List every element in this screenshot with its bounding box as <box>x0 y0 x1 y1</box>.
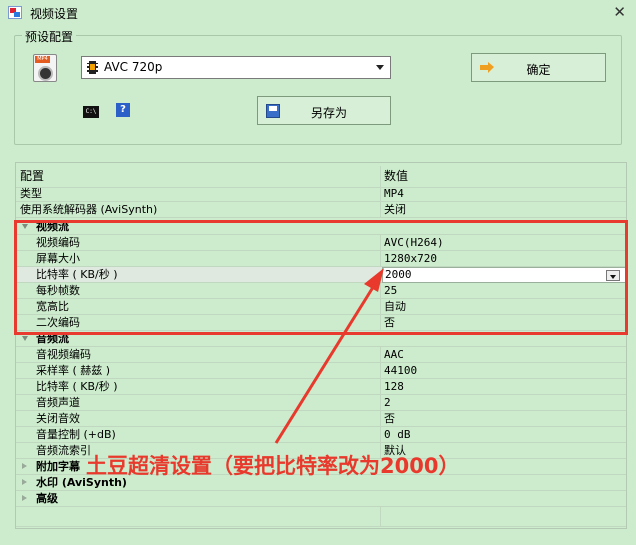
annotation-text: 土豆超清设置（要把比特率改为2000） <box>86 454 460 478</box>
grid-row[interactable]: 采样率 ( 赫兹 ) 44100 <box>16 363 626 379</box>
row-value: 0 dB <box>384 428 411 441</box>
row-name: 音频声道 <box>36 396 80 409</box>
preset-selected-value: AVC 720p <box>104 60 163 74</box>
film-icon <box>87 61 98 74</box>
expand-arrow-icon[interactable] <box>22 479 27 485</box>
ok-button[interactable]: 确定 <box>471 53 606 82</box>
row-value: 44100 <box>384 364 418 377</box>
highlight-box <box>14 220 628 335</box>
grid-row[interactable]: 音量控制 (+dB) 0 dB <box>16 427 626 443</box>
mp4-tag: MP4 <box>35 56 50 63</box>
row-name: 音视频编码 <box>36 348 91 361</box>
window-title: 视频设置 <box>30 7 79 21</box>
category-label: 高级 <box>36 492 58 505</box>
header-value: 数值 <box>384 169 409 183</box>
title-bar: 视频设置 ✕ <box>0 0 636 26</box>
preset-dropdown[interactable]: AVC 720p <box>81 56 391 79</box>
expand-arrow-icon[interactable] <box>22 336 28 341</box>
row-name: 音量控制 (+dB) <box>36 428 116 441</box>
film-reel-icon <box>38 66 53 81</box>
header-name: 配置 <box>20 169 45 183</box>
row-value: 关闭 <box>384 203 406 216</box>
help-icon[interactable]: ? <box>116 103 130 117</box>
grid-row[interactable]: 使用系统解码器 (AviSynth) 关闭 <box>16 202 626 218</box>
save-as-button-label: 另存为 <box>310 106 347 120</box>
row-value: 否 <box>384 412 395 425</box>
ok-button-label: 确定 <box>526 63 551 77</box>
row-value: 2 <box>384 396 391 409</box>
grid-row[interactable]: 类型 MP4 <box>16 186 626 202</box>
row-name: 关闭音效 <box>36 412 80 425</box>
expand-arrow-icon[interactable] <box>22 463 27 469</box>
close-icon[interactable]: ✕ <box>613 3 626 21</box>
chevron-down-icon <box>376 65 384 70</box>
row-value: AAC <box>384 348 404 361</box>
mp4-file-icon: MP4 <box>33 54 57 82</box>
row-name: 使用系统解码器 (AviSynth) <box>20 203 158 216</box>
save-as-button[interactable]: 另存为 <box>257 96 391 125</box>
row-value: 128 <box>384 380 404 393</box>
preset-group-label: 预设配置 <box>22 28 77 45</box>
grid-row[interactable]: 比特率 ( KB/秒 ) 128 <box>16 379 626 395</box>
category-label: 附加字幕 <box>36 460 80 473</box>
grid-row[interactable]: 音视频编码 AAC <box>16 347 626 363</box>
row-name: 音频流索引 <box>36 444 91 457</box>
row-name: 类型 <box>20 187 42 200</box>
grid-header: 配置 数值 <box>16 166 626 188</box>
expand-arrow-icon[interactable] <box>22 495 27 501</box>
app-icon <box>8 6 22 19</box>
grid-empty-row <box>16 507 626 527</box>
category-advanced[interactable]: 高级 <box>16 491 626 507</box>
row-value: MP4 <box>384 187 404 200</box>
row-name: 比特率 ( KB/秒 ) <box>36 380 118 393</box>
grid-row[interactable]: 音频声道 2 <box>16 395 626 411</box>
preset-group <box>14 35 622 145</box>
command-prompt-icon[interactable]: C:\ <box>83 106 99 118</box>
grid-row[interactable]: 关闭音效 否 <box>16 411 626 427</box>
row-name: 采样率 ( 赫兹 ) <box>36 364 111 377</box>
